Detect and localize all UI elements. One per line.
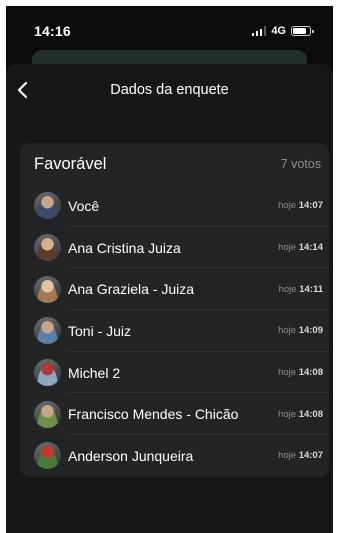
vote-day: hoje [278,367,297,379]
vote-day: hoje [278,408,297,420]
vote-timestamp: hoje 14:14 [278,242,323,253]
vote-time: 14:14 [298,242,323,254]
vote-day: hoje [278,242,297,254]
status-indicators: 4G [251,25,314,37]
vote-time: 14:11 [299,283,323,295]
avatar [34,400,61,428]
votes-count: 7 votos [280,157,321,171]
vote-time: 14:07 [298,200,323,212]
avatar [34,234,61,262]
sheet-header: Dados da enquete [6,64,333,120]
option-header: Favorável 7 votos [20,143,329,185]
vote-timestamp: hoje 14:07 [278,200,323,211]
avatar [34,192,61,220]
vote-timestamp: hoje 14:09 [278,325,323,336]
avatar [34,359,61,387]
page-title: Dados da enquete [110,82,229,98]
vote-timestamp: hoje 14:08 [278,367,323,378]
vote-time: 14:08 [298,408,323,420]
option-name: Favorável [34,154,107,173]
voter-row[interactable]: Francisco Mendes - Chicão hoje 14:08 [20,393,329,435]
vote-time: 14:08 [298,367,323,379]
voter-row[interactable]: Ana Cristina Juiza hoje 14:14 [20,227,329,269]
voter-row[interactable]: Ana Graziela - Juiza hoje 14:11 [20,268,329,310]
voter-name: Anderson Junqueira [68,447,194,464]
voter-row[interactable]: Você hoje 14:07 [20,185,329,227]
voter-name: Ana Cristina Juiza [68,239,181,256]
vote-timestamp: hoje 14:08 [278,409,323,420]
voter-row[interactable]: Toni - Juiz hoje 14:09 [20,310,329,352]
voter-list: Você hoje 14:07 Ana Cristina Juiza hoje 14:… [20,185,329,477]
cellular-signal-icon [251,26,267,36]
vote-time: 14:07 [298,450,323,462]
vote-day: hoje [278,325,297,337]
voter-name: Toni - Juiz [68,322,132,339]
voter-name: Michel 2 [68,364,121,381]
vote-timestamp: hoje 14:11 [279,284,323,295]
voter-name: Você [68,197,100,214]
battery-icon [291,26,314,36]
status-bar: 14:16 4G [6,6,333,56]
vote-day: hoje [278,283,297,295]
battery-fill [293,28,306,34]
status-time: 14:16 [34,23,71,39]
avatar [34,442,61,470]
voter-row[interactable]: Anderson Junqueira hoje 14:07 [20,435,329,477]
voter-name: Francisco Mendes - Chicão [68,406,239,423]
avatar [34,275,61,303]
poll-details-sheet: Dados da enquete Favorável 7 votos Você h… [6,64,333,533]
network-type: 4G [271,25,286,37]
voter-row[interactable]: Michel 2 hoje 14:08 [20,352,329,394]
voter-name: Ana Graziela - Juiza [68,281,195,298]
vote-day: hoje [278,200,297,212]
phone-screen: 14:16 4G Dados da enquete Favorável 7 vo… [6,6,333,533]
vote-timestamp: hoje 14:07 [278,450,323,461]
vote-time: 14:09 [298,325,323,337]
poll-option-card: Favorável 7 votos Você hoje 14:07 Ana Cris… [20,143,329,477]
vote-day: hoje [278,450,297,462]
avatar [34,317,61,345]
